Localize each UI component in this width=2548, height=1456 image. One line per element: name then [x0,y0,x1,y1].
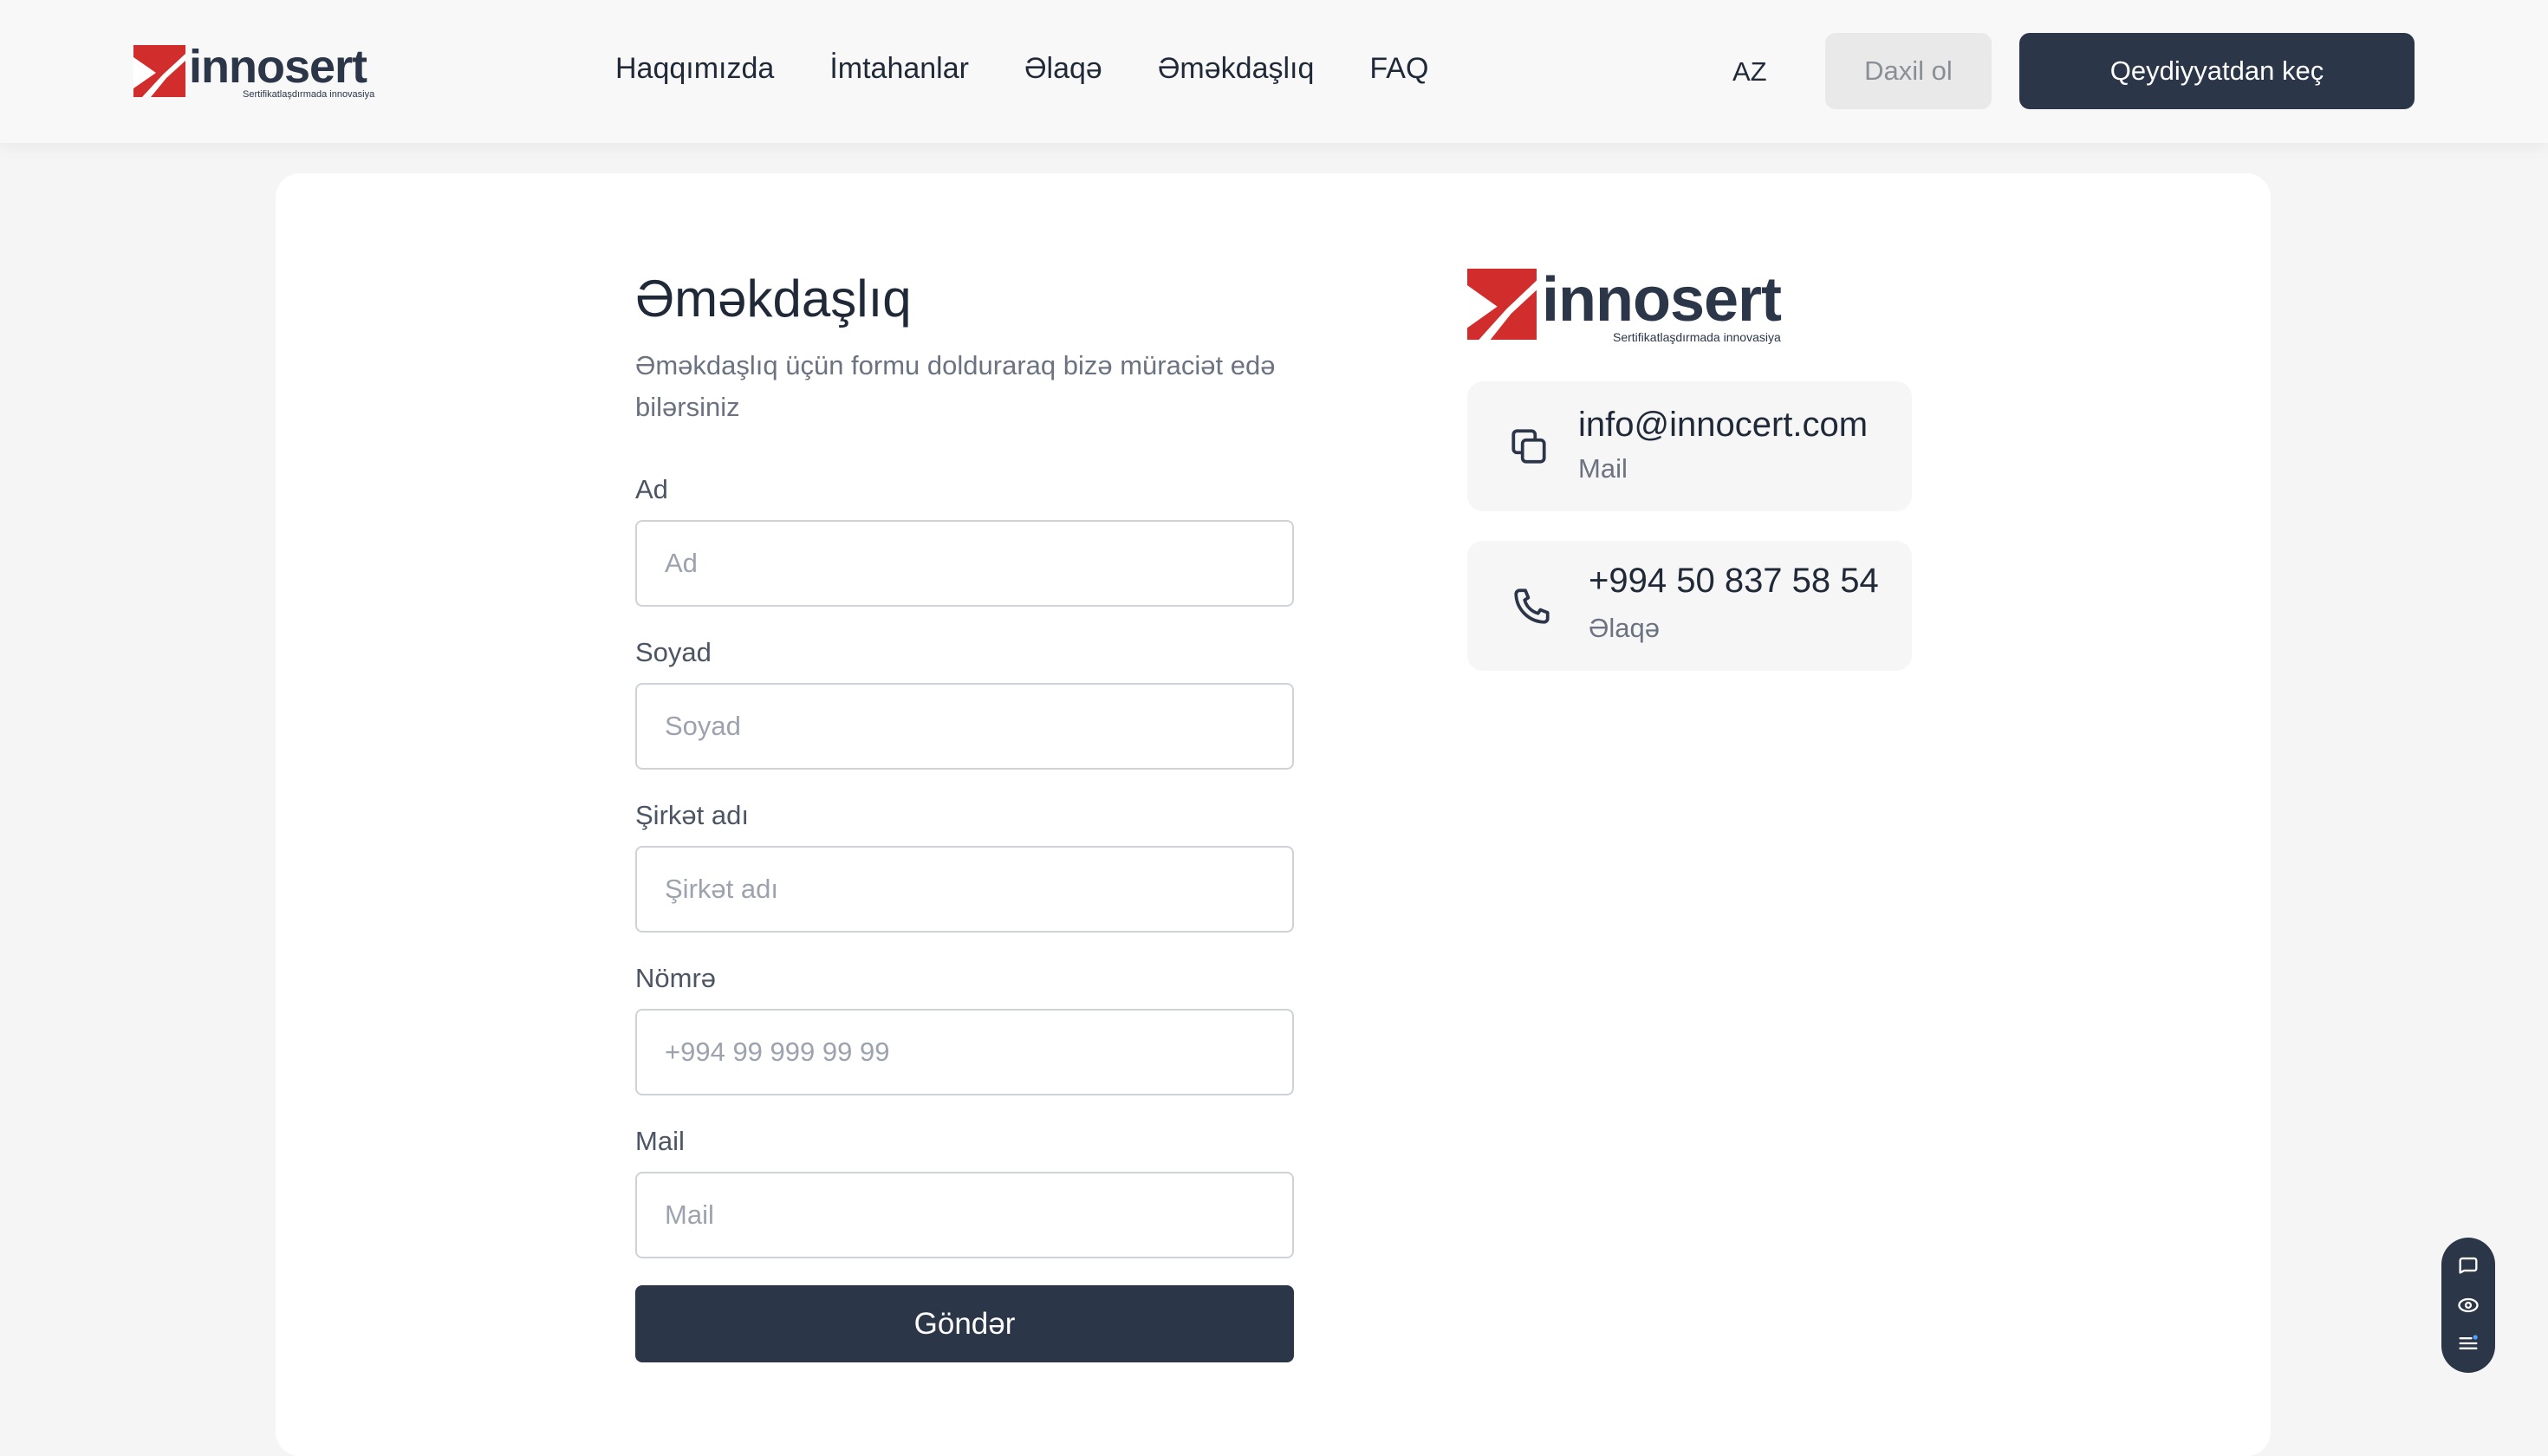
last-name-input[interactable] [635,683,1294,770]
phone-icon [1511,584,1554,627]
submit-button[interactable]: Göndər [635,1285,1294,1362]
nav-item-exams[interactable]: İmtahanlar [829,49,969,88]
logo-brand-text: innosert [1542,265,1782,335]
email-label: Mail [635,1126,685,1156]
chat-icon[interactable] [2456,1255,2480,1279]
phone-value[interactable]: +994 50 837 58 54 [1589,558,1879,603]
floating-widget [2441,1238,2495,1373]
copy-icon[interactable] [1507,425,1550,468]
top-navbar: innosert Sertifikatlaşdırmada innovasiya… [0,0,2548,143]
register-button[interactable]: Qeydiyyatdan keç [2019,33,2415,109]
nav-item-about[interactable]: Haqqımızda [615,49,774,88]
first-name-label: Ad [635,474,668,504]
logo-mark-icon [133,45,185,97]
email-value[interactable]: info@innocert.com [1578,402,1868,447]
last-name-label: Soyad [635,637,712,667]
header-logo[interactable]: innosert Sertifikatlaşdırmada innovasiya [133,43,374,100]
main-nav: Haqqımızda İmtahanlar Əlaqə Əməkdaşlıq F… [615,49,1484,88]
phone-label: Nömrə [635,963,717,993]
nav-item-faq[interactable]: FAQ [1369,49,1428,88]
first-name-input[interactable] [635,520,1294,607]
nav-item-cooperation[interactable]: Əməkdaşlıq [1158,49,1315,88]
menu-icon[interactable] [2456,1331,2480,1355]
company-name-label: Şirkət adı [635,800,749,830]
contact-logo: innosert Sertifikatlaşdırmada innovasiya [1467,265,1782,344]
logo-brand-text: innosert [189,41,367,93]
language-switcher[interactable]: AZ [1732,54,1767,90]
logo-tagline: Sertifikatlaşdırmada innovasiya [1613,330,1781,344]
phone-input[interactable] [635,1009,1294,1095]
email-input[interactable] [635,1172,1294,1258]
phone-caption: Əlaqə [1589,613,1660,643]
email-caption: Mail [1578,453,1628,484]
logo-mark-icon [1467,269,1537,340]
logo-tagline: Sertifikatlaşdırmada innovasiya [243,89,375,100]
nav-item-contact[interactable]: Əlaqə [1024,49,1102,88]
company-name-input[interactable] [635,846,1294,933]
page-subtitle: Əməkdaşlıq üçün formu dolduraraq bizə mü… [635,350,1276,422]
login-button[interactable]: Daxil ol [1825,33,1992,109]
phone-contact-box[interactable]: +994 50 837 58 54 Əlaqə [1467,541,1912,671]
eye-icon[interactable] [2456,1293,2480,1317]
email-contact-box[interactable]: info@innocert.com Mail [1467,381,1912,511]
page-title: Əməkdaşlıq [635,270,912,328]
